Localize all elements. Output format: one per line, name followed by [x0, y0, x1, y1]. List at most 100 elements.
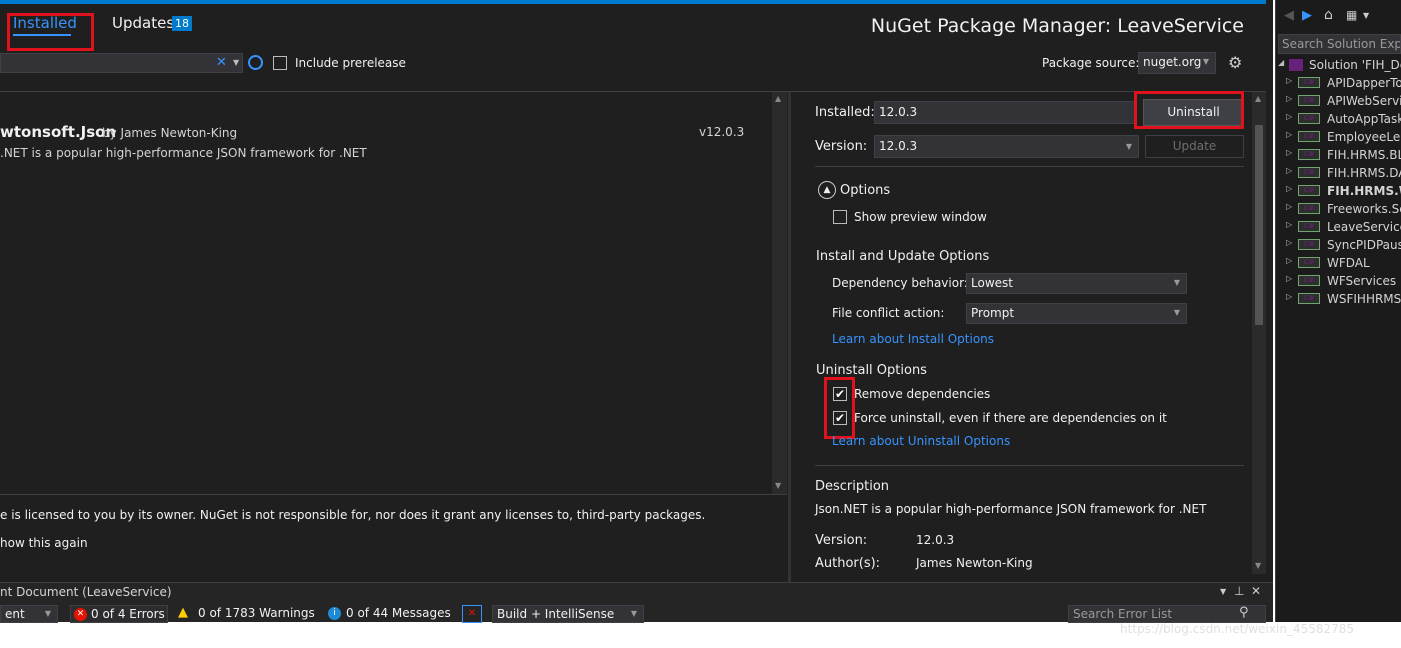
- csharp-project-icon: C#: [1298, 185, 1320, 196]
- chevron-down-icon[interactable]: ▼: [1363, 11, 1369, 20]
- chevron-down-icon: ▼: [1173, 308, 1180, 317]
- pin-icon[interactable]: ⊥: [1234, 584, 1244, 598]
- tree-project-item[interactable]: ▷ C# FIH.HRMS.DA: [1286, 164, 1401, 182]
- update-button[interactable]: Update: [1145, 135, 1244, 158]
- warnings-filter-button[interactable]: ▲ 0 of 1783 Warnings: [174, 605, 316, 623]
- version-label: Version:: [815, 139, 868, 154]
- csharp-project-icon: C#: [1298, 203, 1320, 214]
- csharp-project-icon: C#: [1298, 257, 1320, 268]
- collapse-icon: ◢: [1278, 58, 1285, 67]
- tree-project-item[interactable]: ▷ C# APIWebServic: [1286, 92, 1401, 110]
- version-select[interactable]: 12.0.3 ▼: [874, 135, 1139, 158]
- tree-project-item[interactable]: ▷ C# AutoAppTask: [1286, 110, 1401, 128]
- panel-menu-icon[interactable]: ▼: [1220, 587, 1226, 596]
- scroll-up-icon[interactable]: ▲: [1255, 94, 1261, 103]
- installed-version-field: 12.0.3: [874, 101, 1136, 124]
- expand-icon[interactable]: ▷: [1286, 184, 1292, 193]
- build-filter-select[interactable]: Build + IntelliSense ▼: [492, 605, 644, 623]
- tree-project-item[interactable]: ▷ C# APIDapperTo: [1286, 74, 1401, 92]
- expand-icon[interactable]: ▷: [1286, 166, 1292, 175]
- detail-version-value: 12.0.3: [916, 533, 955, 547]
- filter-icon[interactable]: ✕: [462, 605, 482, 623]
- clear-search-icon[interactable]: ✕: [216, 55, 227, 70]
- options-collapse-icon[interactable]: ▲: [818, 181, 836, 199]
- chevron-down-icon: ▼: [1202, 57, 1209, 66]
- expand-icon[interactable]: ▷: [1286, 202, 1292, 211]
- tree-project-item[interactable]: ▷ C# WSFIHHRMS: [1286, 290, 1401, 308]
- project-name: FIH.HRMS.DA: [1327, 166, 1401, 180]
- watermark: https://blog.csdn.net/weixin_45582785: [1120, 622, 1355, 636]
- expand-icon[interactable]: ▷: [1286, 238, 1292, 247]
- solution-node[interactable]: ◢ Solution 'FIH_De: [1278, 56, 1401, 74]
- scroll-up-icon[interactable]: ▲: [775, 94, 781, 103]
- project-name: Freeworks.Se: [1327, 202, 1401, 216]
- tree-project-item[interactable]: ▷ C# FIH.HRMS.BL: [1286, 146, 1401, 164]
- error-search-input[interactable]: Search Error List ⚲: [1068, 605, 1266, 623]
- dont-show-again-label[interactable]: how this again: [0, 536, 88, 550]
- package-source-label: Package source:: [1042, 56, 1140, 70]
- scroll-down-icon[interactable]: ▼: [1255, 561, 1261, 570]
- solution-name: Solution 'FIH_De: [1309, 58, 1401, 72]
- csharp-project-icon: C#: [1298, 149, 1320, 160]
- search-dropdown-icon[interactable]: ▼: [233, 58, 239, 67]
- expand-icon[interactable]: ▷: [1286, 76, 1292, 85]
- show-preview-checkbox[interactable]: [833, 210, 847, 224]
- messages-count: 0 of 44 Messages: [346, 606, 451, 620]
- expand-icon[interactable]: ▷: [1286, 256, 1292, 265]
- learn-uninstall-options-link[interactable]: Learn about Uninstall Options: [832, 434, 1010, 448]
- expand-icon[interactable]: ▷: [1286, 148, 1292, 157]
- dependency-behavior-select[interactable]: Lowest ▼: [966, 273, 1187, 294]
- tree-project-item[interactable]: ▷ C# FIH.HRMS.W: [1286, 182, 1401, 200]
- package-list-scrollbar[interactable]: [772, 92, 787, 494]
- error-search-placeholder: Search Error List: [1073, 607, 1173, 621]
- messages-filter-button[interactable]: i 0 of 44 Messages: [324, 605, 454, 623]
- authors-value: James Newton-King: [916, 556, 1033, 570]
- expand-icon[interactable]: ▷: [1286, 112, 1292, 121]
- chevron-down-icon: ▼: [44, 609, 51, 618]
- package-source-select[interactable]: nuget.org ▼: [1138, 52, 1216, 74]
- tree-project-item[interactable]: ▷ C# Freeworks.Se: [1286, 200, 1401, 218]
- expand-icon[interactable]: ▷: [1286, 220, 1292, 229]
- options-label[interactable]: Options: [840, 183, 890, 198]
- file-conflict-select[interactable]: Prompt ▼: [966, 303, 1187, 324]
- details-scrollbar-thumb[interactable]: [1255, 125, 1263, 325]
- close-icon[interactable]: ✕: [1251, 584, 1261, 598]
- forward-icon[interactable]: ▶: [1302, 8, 1312, 23]
- tree-project-item[interactable]: ▷ C# WFDAL: [1286, 254, 1401, 272]
- package-version: v12.0.3: [699, 125, 745, 139]
- solution-search-input[interactable]: Search Solution Explo: [1278, 34, 1401, 54]
- install-update-heading: Install and Update Options: [816, 249, 990, 264]
- errors-filter-button[interactable]: ✕ 0 of 4 Errors: [70, 605, 168, 623]
- uninstall-options-heading: Uninstall Options: [816, 363, 927, 378]
- scope-select[interactable]: ent ▼: [0, 605, 58, 623]
- include-prerelease-checkbox[interactable]: [273, 56, 287, 70]
- pane-splitter[interactable]: [788, 92, 791, 582]
- highlight-uninstall-checkboxes: [824, 377, 855, 439]
- list-footer-divider: [0, 494, 787, 495]
- learn-install-options-link[interactable]: Learn about Install Options: [832, 332, 994, 346]
- dependency-behavior-value: Lowest: [971, 276, 1013, 290]
- tree-project-item[interactable]: ▷ C# EmployeeLea: [1286, 128, 1401, 146]
- tree-project-item[interactable]: ▷ C# SyncPIDPause: [1286, 236, 1401, 254]
- home-icon[interactable]: ⌂: [1324, 7, 1333, 23]
- expand-icon[interactable]: ▷: [1286, 130, 1292, 139]
- settings-gear-icon[interactable]: ⚙: [1228, 53, 1242, 72]
- tree-project-item[interactable]: ▷ C# LeaveService: [1286, 218, 1401, 236]
- info-icon: i: [328, 607, 341, 620]
- expand-icon[interactable]: ▷: [1286, 274, 1292, 283]
- csharp-project-icon: C#: [1298, 131, 1320, 142]
- csharp-project-icon: C#: [1298, 167, 1320, 178]
- expand-icon[interactable]: ▷: [1286, 292, 1292, 301]
- installed-version-value: 12.0.3: [879, 105, 918, 119]
- license-text: e is licensed to you by its owner. NuGet…: [0, 508, 706, 522]
- tab-updates[interactable]: Updates: [112, 14, 174, 32]
- switch-views-icon[interactable]: ▦: [1346, 8, 1357, 22]
- scroll-down-icon[interactable]: ▼: [775, 481, 781, 490]
- back-icon[interactable]: ◀: [1284, 8, 1294, 23]
- file-conflict-value: Prompt: [971, 306, 1015, 320]
- search-input[interactable]: [0, 53, 243, 73]
- refresh-icon[interactable]: [248, 55, 263, 70]
- expand-icon[interactable]: ▷: [1286, 94, 1292, 103]
- tree-project-item[interactable]: ▷ C# WFServices: [1286, 272, 1401, 290]
- project-name: WFDAL: [1327, 256, 1370, 270]
